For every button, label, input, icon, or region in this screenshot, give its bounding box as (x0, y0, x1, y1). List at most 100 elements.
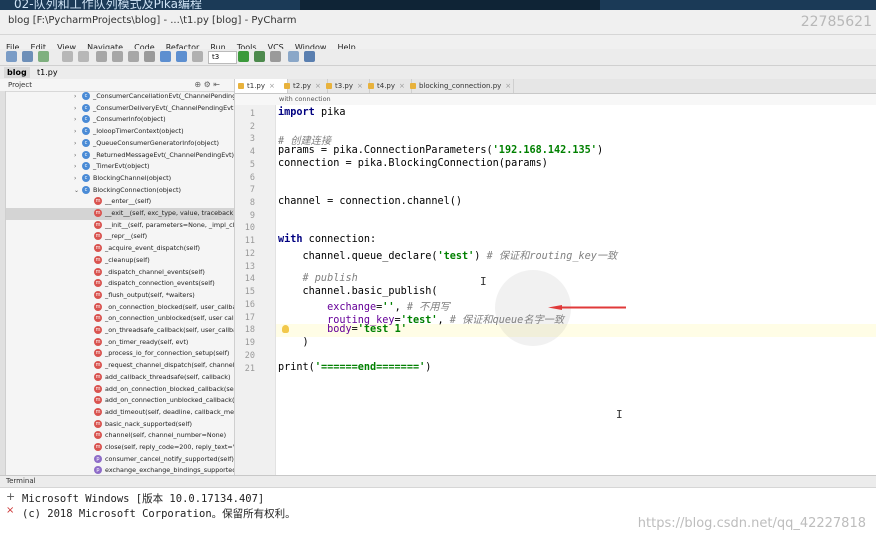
tree-item[interactable]: m _on_connection_unblocked(self, user cal… (6, 313, 234, 325)
gear-icon[interactable]: ⊕ ⚙ ⇤ (194, 79, 220, 91)
tree-item[interactable]: m add_callback_threadsafe(self, callback) (6, 372, 234, 384)
line-number: 1 (249, 109, 255, 119)
tab-t2[interactable]: t2.py × (281, 79, 328, 93)
tree-item[interactable]: m add_timeout(self, deadline, callback_me… (6, 407, 234, 419)
code-line-15: channel.basic_publish( (278, 286, 438, 297)
tree-item[interactable]: m _acquire_event_dispatch(self) (6, 243, 234, 255)
tree-item[interactable]: m add_on_connection_blocked_callback(self… (6, 384, 234, 396)
tree-item[interactable]: › c _ConsumerCancellationEvt(_ChannelPendi… (6, 91, 234, 103)
tree-item[interactable]: m _on_connection_blocked(self, user_callb… (6, 302, 234, 314)
close-icon[interactable]: × (505, 82, 511, 90)
chevron-right-icon[interactable]: › (74, 103, 82, 115)
tree-item[interactable]: m _flush_output(self, *waiters) (6, 290, 234, 302)
tab-blocking-connection[interactable]: blocking_connection.py × (407, 79, 514, 93)
tree-item-label: _dispatch_channel_events(self) (105, 267, 205, 276)
tree-item-label: _TimerEvt(object) (93, 162, 150, 171)
method-icon: m (94, 209, 102, 217)
tree-item[interactable]: › c _IoloopTimerContext(object) (6, 126, 234, 138)
tree-item[interactable]: m __repr__(self) (6, 231, 234, 243)
tab-label: blocking_connection.py (419, 82, 502, 90)
tree-item[interactable]: › c _ConsumerDeliveryEvt(_ChannelPendingEv… (6, 103, 234, 115)
chevron-right-icon[interactable]: › (74, 161, 82, 173)
tree-item[interactable]: › c _ConsumerInfo(object) (6, 114, 234, 126)
tree-item[interactable]: m _dispatch_channel_events(self) (6, 267, 234, 279)
tree-item[interactable]: p consumer_cancel_notify_supported(self) (6, 454, 234, 466)
editor-tab-bar: t1.py × t2.py × t3.py × t4.py × blocking_con… (235, 79, 876, 94)
close-icon[interactable]: × (315, 82, 321, 90)
tree-item[interactable]: m close(self, reply_code=200, reply_text=… (6, 442, 234, 454)
chevron-right-icon[interactable]: › (74, 138, 82, 150)
tree-item[interactable]: m _process_io_for_connection_setup(self) (6, 348, 234, 360)
tree-item[interactable]: m _on_threadsafe_callback(self, user_call… (6, 325, 234, 337)
method-icon: m (94, 419, 102, 428)
stop-icon[interactable] (270, 51, 281, 62)
help-icon[interactable] (304, 51, 315, 62)
lightbulb-icon[interactable] (282, 325, 289, 333)
chevron-right-icon[interactable]: › (74, 150, 82, 162)
paste-icon[interactable] (128, 51, 139, 62)
open-icon[interactable] (6, 51, 17, 62)
line-number: 19 (244, 338, 255, 348)
debug-icon[interactable] (254, 51, 265, 62)
tree-item[interactable]: m _cleanup(self) (6, 255, 234, 267)
method-icon: m (94, 279, 102, 288)
sync-icon[interactable] (38, 51, 49, 62)
copy-icon[interactable] (112, 51, 123, 62)
chevron-right-icon[interactable]: › (74, 126, 82, 138)
close-icon[interactable]: × (399, 82, 405, 90)
editor-breadcrumb[interactable]: with connection (235, 94, 876, 105)
undo-icon[interactable] (62, 51, 73, 62)
tab-t3[interactable]: t3.py × (323, 79, 370, 93)
tree-item[interactable]: m __init__(self, parameters=None, _impl_c… (6, 220, 234, 232)
chevron-right-icon[interactable]: › (74, 114, 82, 126)
chevron-right-icon[interactable]: › (74, 173, 82, 185)
tree-item[interactable]: m _dispatch_connection_events(self) (6, 278, 234, 290)
tree-item[interactable]: m _request_channel_dispatch(self, channel… (6, 360, 234, 372)
tree-item[interactable]: m __enter__(self) (6, 196, 234, 208)
settings-icon[interactable] (288, 51, 299, 62)
tree-item[interactable]: m __exit__(self, exc_type, value, traceba… (6, 208, 234, 220)
project-panel-title: Project (8, 81, 32, 89)
tree-item[interactable]: › c _ReturnedMessageEvt(_ChannelPendingEvt… (6, 150, 234, 162)
line-number: 3 (249, 134, 255, 144)
forward-icon[interactable] (176, 51, 187, 62)
class-icon: c (82, 115, 90, 124)
run-icon[interactable] (238, 51, 249, 62)
code-line-8: channel = connection.channel() (278, 196, 463, 207)
property-icon: p (94, 466, 102, 475)
run-config-select[interactable]: t3 (208, 51, 237, 64)
close-icon[interactable]: × (357, 82, 363, 90)
build-icon[interactable] (192, 51, 203, 62)
tree-item-label: _on_connection_unblocked(self, user call… (105, 314, 234, 323)
tree-item[interactable]: m channel(self, channel_number=None) (6, 430, 234, 442)
terminal-close-icon[interactable]: × (6, 505, 14, 516)
tree-item[interactable]: ⌄ c BlockingConnection(object) (6, 185, 234, 197)
tree-item-label: _flush_output(self, *waiters) (105, 290, 195, 299)
tree-item[interactable]: pexchange_exchange_bindings_supported(se… (6, 465, 234, 475)
line-number: 13 (244, 261, 255, 272)
class-icon: c (82, 185, 90, 194)
tree-item-label: add_timeout(self, deadline, callback_met… (105, 407, 234, 416)
tree-item[interactable]: › c BlockingChannel(object) (6, 173, 234, 185)
back-icon[interactable] (160, 51, 171, 62)
tree-item[interactable]: m _on_timer_ready(self, evt) (6, 337, 234, 349)
terminal-title[interactable]: Terminal (0, 476, 876, 488)
find-icon[interactable] (144, 51, 155, 62)
redo-icon[interactable] (78, 51, 89, 62)
close-icon[interactable]: × (269, 82, 275, 90)
method-icon: m (94, 337, 102, 346)
line-number: 5 (249, 160, 255, 170)
tree-item[interactable]: m add_on_connection_unblocked_callback(se… (6, 395, 234, 407)
chevron-down-icon[interactable]: ⌄ (74, 185, 82, 197)
save-icon[interactable] (22, 51, 33, 62)
tab-t4[interactable]: t4.py × (365, 79, 412, 93)
tree-item[interactable]: › c _TimerEvt(object) (6, 161, 234, 173)
overlay-number: 22785621 (800, 14, 872, 30)
breadcrumb-file[interactable]: t1.py (34, 67, 61, 78)
chevron-right-icon[interactable]: › (74, 91, 82, 103)
tree-item[interactable]: › c _QueueConsumerGeneratorInfo(object) (6, 138, 234, 150)
breadcrumb-project[interactable]: blog (4, 67, 30, 78)
terminal-add-icon[interactable]: + (6, 490, 15, 503)
tree-item[interactable]: m basic_nack_supported(self) (6, 419, 234, 431)
cut-icon[interactable] (96, 51, 107, 62)
